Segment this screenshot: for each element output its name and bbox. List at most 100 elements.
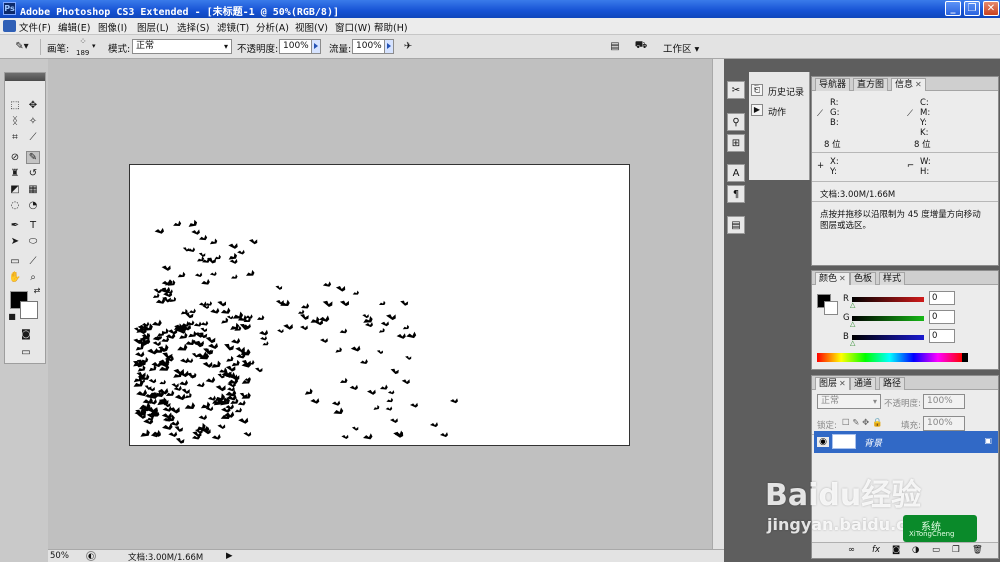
black-swatch[interactable]	[962, 353, 968, 362]
menu-window[interactable]: 窗口(W)	[335, 20, 371, 34]
menu-analysis[interactable]: 分析(A)	[256, 20, 289, 34]
clone-stamp-tool-icon[interactable]: ♜	[8, 167, 22, 180]
new-layer-icon[interactable]: ❐	[952, 545, 960, 555]
minimize-button[interactable]: _	[945, 1, 961, 16]
blue-value-input[interactable]: 0	[929, 329, 955, 343]
green-slider-handle-icon[interactable]: △	[850, 320, 855, 328]
lasso-tool-icon[interactable]: ᛝ	[8, 115, 22, 128]
hand-tool-icon[interactable]: ✋	[8, 271, 22, 284]
airbrush-icon[interactable]: ✈	[400, 40, 416, 53]
app-menu-icon[interactable]	[3, 20, 16, 32]
close-button[interactable]: ✕	[983, 1, 999, 16]
flow-field[interactable]: 100%	[352, 39, 394, 54]
pen-tool-icon[interactable]: ✒	[8, 219, 22, 232]
crop-tool-icon[interactable]: ⌗	[8, 131, 22, 144]
close-icon[interactable]: ✕	[839, 274, 846, 283]
eye-icon[interactable]: ◉	[817, 437, 829, 447]
close-icon[interactable]: ✕	[839, 379, 846, 388]
dodge-tool-icon[interactable]: ◔	[26, 199, 40, 212]
marquee-tool-icon[interactable]: ⬚	[8, 99, 22, 112]
palette-well-icon[interactable]: ▤	[608, 40, 622, 53]
tab-layers[interactable]: 图层 ✕	[815, 377, 850, 390]
history-brush-tool-icon[interactable]: ↺	[26, 167, 40, 180]
zoom-level[interactable]: 50%	[50, 551, 69, 561]
type-tool-icon[interactable]: T	[26, 219, 40, 232]
quick-mask-icon[interactable]: ◙	[17, 327, 35, 341]
layer-row-background[interactable]: ◉ 背景 ▣	[814, 431, 998, 453]
flow-slider-button[interactable]	[384, 40, 393, 53]
lock-icons[interactable]: ☐ ✎ ✥ 🔒	[842, 418, 883, 428]
background-color-swatch[interactable]	[20, 301, 38, 319]
brush-tool-icon[interactable]: ✎	[26, 151, 40, 164]
tab-swatches[interactable]: 色板	[850, 272, 877, 285]
swap-colors-icon[interactable]: ⇄	[32, 285, 42, 295]
tab-navigator[interactable]: 导航器	[815, 78, 851, 91]
brush-preset-icon[interactable]: ✎▾	[10, 40, 34, 53]
red-slider[interactable]	[852, 297, 924, 302]
gradient-tool-icon[interactable]: ▦	[26, 183, 40, 196]
menu-layer[interactable]: 图层(L)	[137, 20, 169, 34]
menu-image[interactable]: 图像(I)	[98, 20, 127, 34]
blend-mode-select[interactable]: 正常 ▾	[817, 394, 881, 409]
tab-histogram[interactable]: 直方图	[853, 78, 889, 91]
character-icon[interactable]: A	[727, 164, 745, 182]
default-colors-icon[interactable]: ■	[7, 311, 17, 321]
paragraph-icon[interactable]: ¶	[727, 185, 745, 203]
color-spectrum-bar[interactable]	[817, 353, 962, 362]
menu-select[interactable]: 选择(S)	[177, 20, 209, 34]
bridge-icon[interactable]: ⛟	[632, 40, 650, 53]
group-icon[interactable]: ▭	[932, 545, 940, 555]
layer-opacity-field[interactable]: 100%	[923, 394, 965, 409]
green-slider[interactable]	[852, 316, 924, 321]
document-canvas[interactable]	[129, 164, 630, 446]
red-slider-handle-icon[interactable]: △	[850, 301, 855, 309]
close-icon[interactable]: ✕	[915, 80, 922, 89]
status-menu-arrow-icon[interactable]: ▶	[226, 551, 233, 561]
tab-paths[interactable]: 路径	[879, 377, 906, 390]
path-selection-tool-icon[interactable]: ➤	[8, 235, 22, 248]
menu-filter[interactable]: 滤镜(T)	[217, 20, 249, 34]
healing-brush-tool-icon[interactable]: ⊘	[8, 151, 22, 164]
workspace-menu[interactable]: 工作区 ▾	[663, 41, 699, 55]
restore-button[interactable]: ❐	[964, 1, 980, 16]
mode-select[interactable]: 正常 ▾	[132, 39, 232, 54]
panel-grip[interactable]	[5, 73, 45, 81]
brush-dropdown-icon[interactable]: ▾	[92, 42, 96, 50]
shape-tool-icon[interactable]: ⬭	[26, 235, 40, 248]
color-bg-swatch[interactable]	[824, 301, 838, 315]
screen-mode-icon[interactable]: ▭	[17, 345, 35, 359]
red-value-input[interactable]: 0	[929, 291, 955, 305]
eraser-tool-icon[interactable]: ◩	[8, 183, 22, 196]
layer-comps-icon[interactable]: ▤	[727, 216, 745, 234]
link-icon[interactable]: ∞	[848, 545, 855, 555]
tool-preset-icon[interactable]: ✂	[727, 81, 745, 99]
adjustment-icon[interactable]: ◑	[912, 545, 919, 555]
slice-tool-icon[interactable]: ⟋	[26, 131, 40, 144]
brushes-icon[interactable]: ⊞	[727, 134, 745, 152]
eyedropper-tool-icon[interactable]: ⟋	[26, 255, 40, 268]
menu-edit[interactable]: 编辑(E)	[58, 20, 90, 34]
opacity-field[interactable]: 100%	[279, 39, 321, 54]
fx-icon[interactable]: fx	[872, 545, 880, 555]
move-tool-icon[interactable]: ✥	[26, 99, 40, 112]
menu-file[interactable]: 文件(F)	[19, 20, 51, 34]
mask-icon[interactable]: ◙	[892, 545, 900, 555]
zoom-tool-icon[interactable]: ⌕	[26, 271, 40, 284]
blue-slider[interactable]	[852, 335, 924, 340]
tab-color[interactable]: 颜色 ✕	[815, 272, 850, 285]
trash-icon[interactable]: 🗑	[972, 545, 983, 555]
opacity-slider-button[interactable]	[311, 40, 320, 53]
notes-tool-icon[interactable]: ▭	[8, 255, 22, 268]
menu-help[interactable]: 帮助(H)	[374, 20, 408, 34]
blur-tool-icon[interactable]: ◌	[8, 199, 22, 212]
tab-channels[interactable]: 通道	[850, 377, 877, 390]
tab-info[interactable]: 信息 ✕	[891, 78, 926, 91]
blue-slider-handle-icon[interactable]: △	[850, 339, 855, 347]
status-info-icon[interactable]: ◐	[86, 551, 96, 561]
magic-wand-tool-icon[interactable]: ✧	[26, 115, 40, 128]
clone-source-icon[interactable]: ⚲	[727, 113, 745, 131]
tab-styles[interactable]: 样式	[879, 272, 906, 285]
green-value-input[interactable]: 0	[929, 310, 955, 324]
vertical-scrollbar[interactable]	[712, 59, 724, 549]
fill-field[interactable]: 100%	[923, 416, 965, 431]
